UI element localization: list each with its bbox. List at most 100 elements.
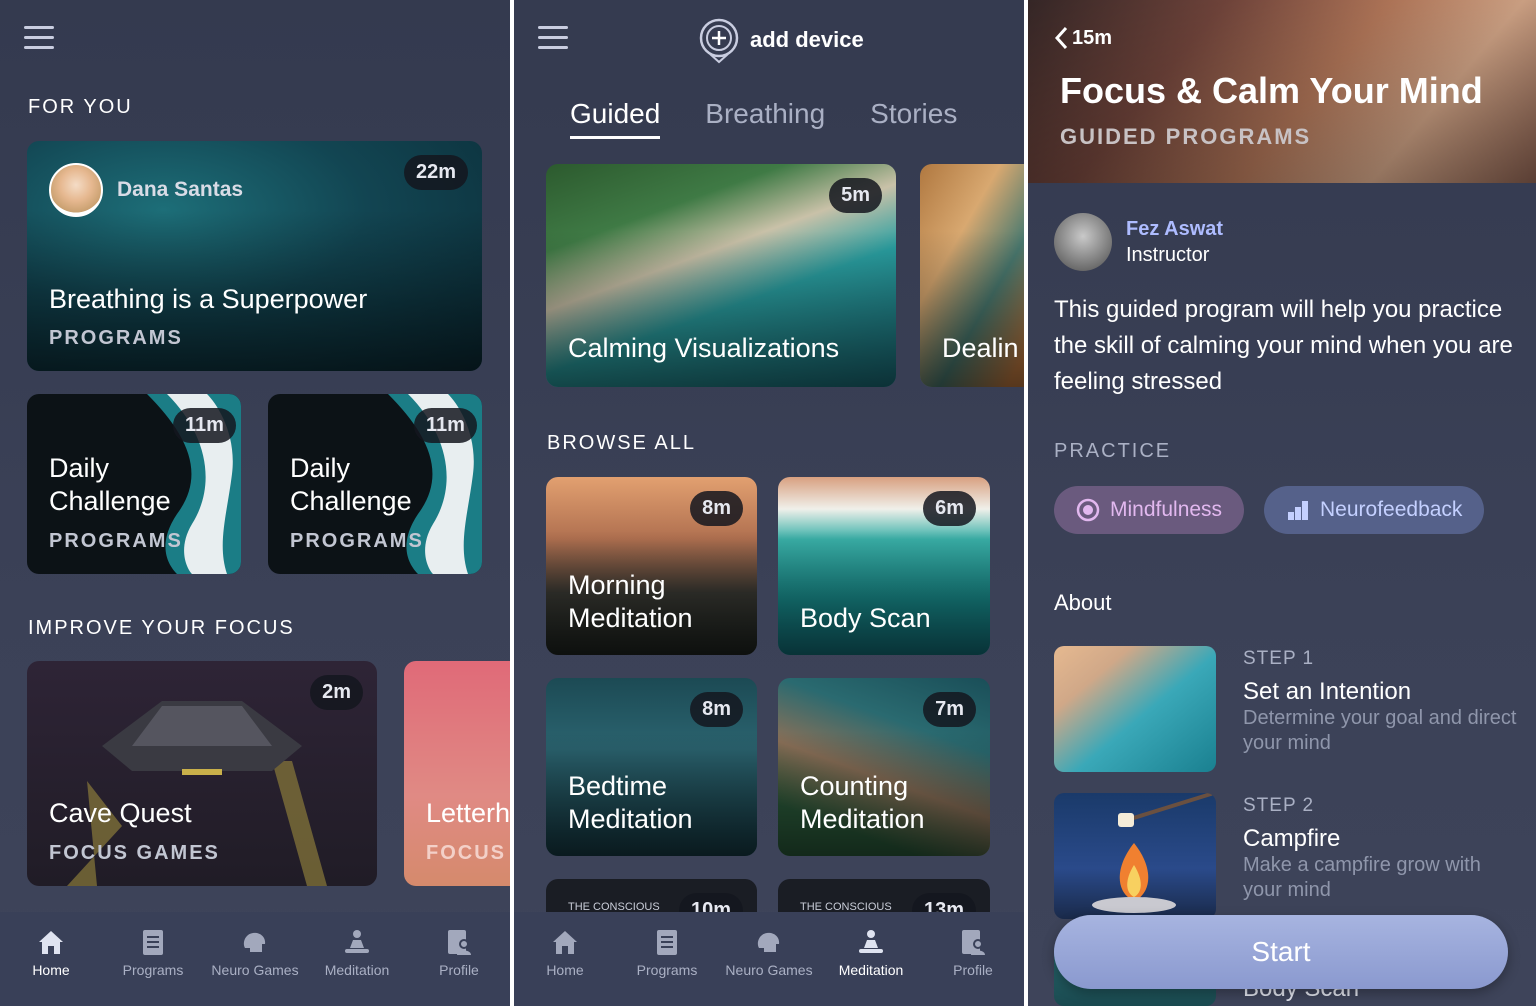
step-1-image [1054,646,1216,772]
add-device-button[interactable]: add device [698,16,864,64]
step-2-image [1054,793,1216,919]
duration-badge: 11m [173,408,236,443]
duration-badge: 8m [690,491,743,526]
campfire-illustration [1092,793,1215,913]
card-category: FOCUS GAMES [49,842,220,864]
card-category: PROGRAMS [49,530,183,552]
tab-breathing[interactable]: Breathing [705,98,825,139]
step-description: Make a campfire grow with your mind [1243,854,1481,901]
nav-home[interactable]: Home [514,912,616,1006]
card-title: Dealin [942,333,1019,363]
tab-bar: Guided Breathing Stories [570,98,957,139]
chip-neurofeedback[interactable]: Neurofeedback [1264,486,1485,534]
bottom-nav: Home Programs Neuro Games Meditation Pro… [0,912,510,1006]
author-name: Dana Santas [117,178,244,201]
home-icon [553,931,577,954]
bottom-nav: Home Programs Neuro Games Meditation Pro… [514,912,1024,1006]
add-device-label: add device [750,27,864,52]
step-label: STEP 1 [1243,648,1315,669]
chip-label: Mindfulness [1110,498,1223,521]
home-icon [39,931,63,954]
nav-label: Neuro Games [725,962,813,978]
nav-label: Home [32,962,70,978]
programs-icon [657,930,677,955]
practice-title: PRACTICE [1054,440,1172,462]
nav-label: Programs [122,962,184,978]
chip-mindfulness[interactable]: Mindfulness [1054,486,1245,534]
card-title: Breathing is a Superpower [49,284,368,314]
program-description: This guided program will help you practi… [1054,296,1513,395]
nav-profile[interactable]: Profile [922,912,1024,1006]
card-title: Letterh [426,798,510,828]
bedtime-meditation-card[interactable]: 8m Bedtime Meditation [546,678,757,856]
duration-badge: 7m [923,692,976,727]
duration-badge: 5m [829,178,882,213]
improve-focus-title: IMPROVE YOUR FOCUS [28,617,295,639]
duration-badge: 6m [923,491,976,526]
back-label: 15m [1072,26,1113,49]
instructor-name[interactable]: Fez Aswat [1126,218,1223,241]
about-title: About [1054,590,1112,615]
chip-label: Neurofeedback [1320,498,1463,521]
meditation-screen: add device Guided Breathing Stories 5m C… [514,0,1024,1006]
tab-stories[interactable]: Stories [870,98,957,139]
calming-visualizations-card[interactable]: 5m Calming Visualizations [546,164,896,387]
nav-programs[interactable]: Programs [102,912,204,1006]
duration-badge: 11m [414,408,477,443]
counting-meditation-card[interactable]: 7m Counting Meditation [778,678,990,856]
menu-icon[interactable] [538,26,568,52]
daily-challenge-card[interactable]: 11m Daily Challenge PROGRAMS [268,394,482,574]
letterh-card[interactable]: Letterh FOCUS [404,661,510,886]
program-detail-screen: 15m Focus & Calm Your Mind GUIDED PROGRA… [1028,0,1536,1006]
nav-label: Neuro Games [211,962,299,978]
start-button[interactable]: Start [1054,915,1508,989]
back-button[interactable]: 15m [1054,26,1112,50]
nav-label: Programs [636,962,698,978]
featured-program-card[interactable]: Dana Santas 22m Breathing is a Superpowe… [27,141,482,371]
duration-badge: 8m [690,692,743,727]
nav-neuro-games[interactable]: Neuro Games [718,912,820,1006]
card-title-line1: Counting [800,771,909,801]
card-category: FOCUS [426,842,506,864]
profile-icon [962,930,985,955]
card-title: Calming Visualizations [568,333,840,363]
duration-badge: 2m [310,675,363,710]
card-title-line2: Meditation [568,804,693,834]
target-icon [1076,498,1100,522]
card-title-line1: Daily [290,453,351,483]
chevron-left-icon [1054,26,1068,50]
menu-icon[interactable] [24,26,54,52]
nav-meditation[interactable]: Meditation [820,912,922,1006]
card-title-line1: Bedtime [568,771,668,801]
nav-profile[interactable]: Profile [408,912,510,1006]
card-title-line1: Daily [49,453,110,483]
page-category: GUIDED PROGRAMS [1060,124,1312,149]
nav-home[interactable]: Home [0,912,102,1006]
card-category: PROGRAMS [49,327,183,349]
card-title-line2: Challenge [49,486,171,516]
daily-challenge-card[interactable]: 11m Daily Challenge PROGRAMS [27,394,241,574]
step-label: STEP 2 [1243,795,1315,816]
dealing-card[interactable]: Dealin [920,164,1024,387]
instructor-role: Instructor [1126,244,1210,266]
tab-guided[interactable]: Guided [570,98,661,139]
body-scan-card[interactable]: 6m Body Scan [778,477,990,655]
step-title: Set an Intention [1243,678,1412,705]
card-title: Cave Quest [49,798,192,828]
card-title: Body Scan [800,603,931,633]
avatar [1054,213,1112,271]
nav-programs[interactable]: Programs [616,912,718,1006]
nav-label: Meditation [324,962,390,978]
avatar [49,163,103,217]
cave-quest-card[interactable]: 2m Cave Quest FOCUS GAMES [27,661,377,886]
browse-all-title: BROWSE ALL [547,432,696,454]
card-title-line1: Morning [568,570,666,600]
morning-meditation-card[interactable]: 8m Morning Meditation [546,477,757,655]
card-category: PROGRAMS [290,530,424,552]
nav-neuro-games[interactable]: Neuro Games [204,912,306,1006]
step-title: Campfire [1243,825,1341,852]
card-title-line2: Meditation [568,603,693,633]
meditation-icon [345,930,369,953]
nav-meditation[interactable]: Meditation [306,912,408,1006]
card-title-line2: Challenge [290,486,412,516]
